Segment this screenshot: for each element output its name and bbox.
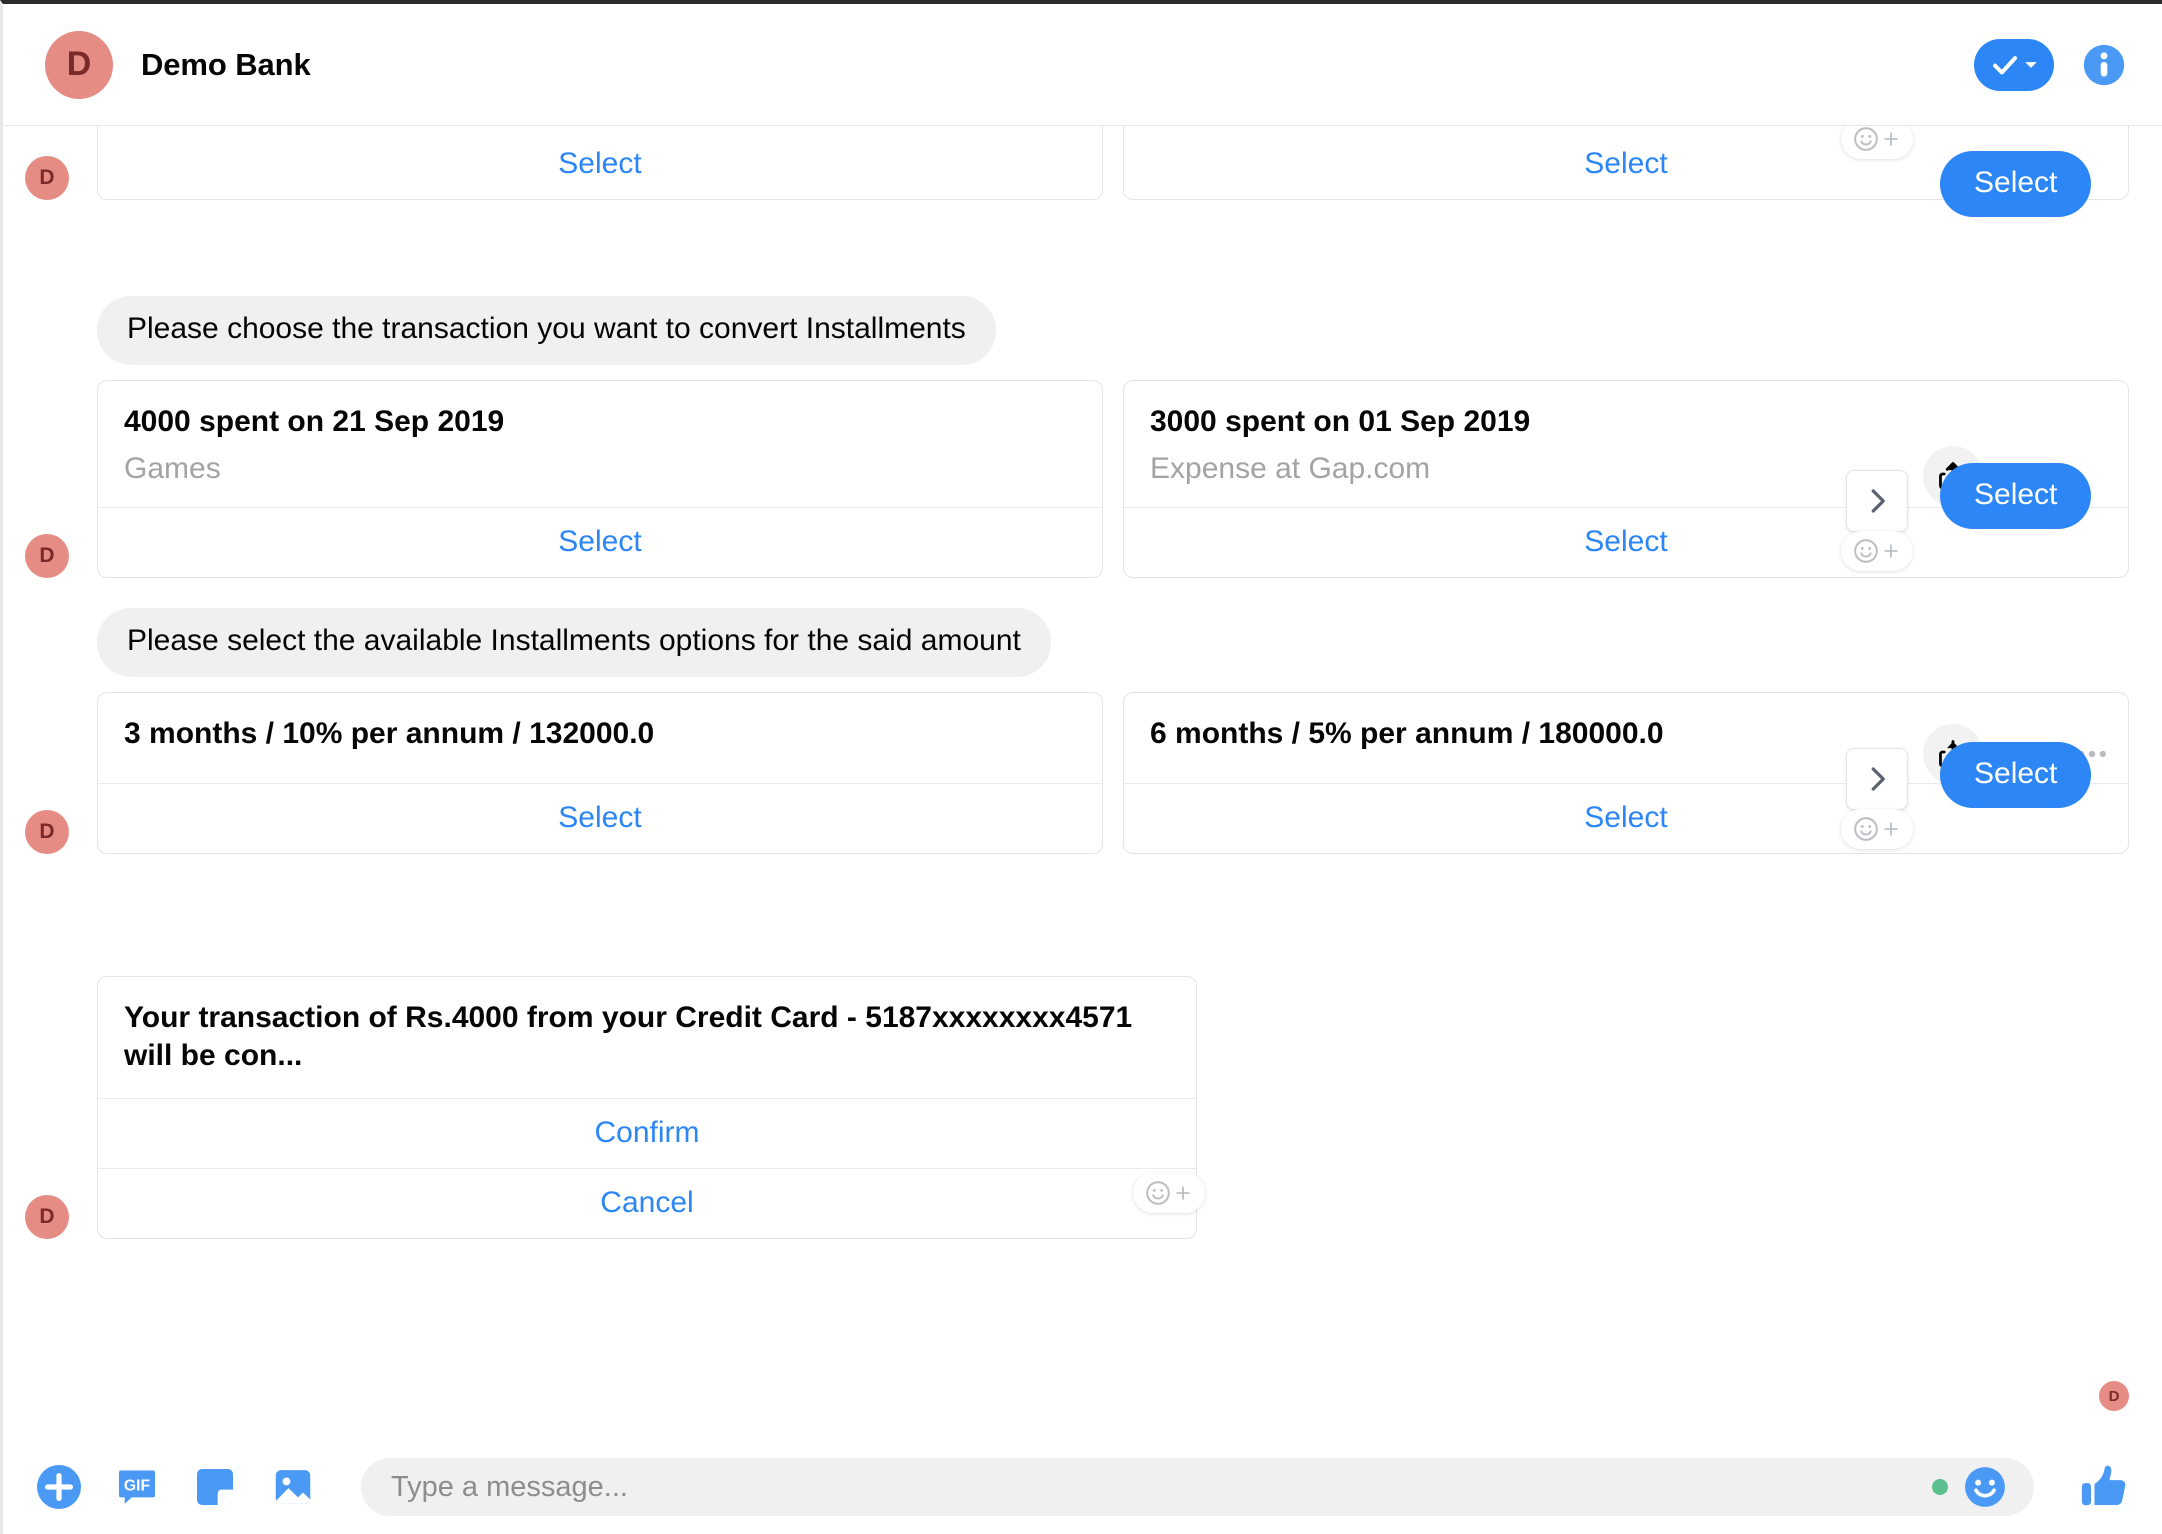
messenger-window: D Demo Bank D Select Select Select Pleas…	[0, 0, 2162, 1534]
chevron-right-icon	[1871, 489, 1885, 513]
add-reaction-button[interactable]	[1841, 531, 1913, 571]
avatar: D	[25, 534, 69, 578]
carousel[interactable]: Select Select	[97, 126, 2129, 200]
chevron-down-icon	[2025, 61, 2037, 68]
card-select-button[interactable]: Select	[98, 130, 1102, 199]
avatar: D	[25, 809, 69, 854]
card-select-button[interactable]: Select	[98, 507, 1102, 577]
card-title: 3 months / 10% per annum / 132000.0	[124, 717, 655, 750]
message-input[interactable]	[391, 1470, 1932, 1504]
card-subtitle: Games	[124, 451, 221, 485]
message-row: D 4000 spent on 21 Sep 2019 Games Select…	[25, 380, 2129, 578]
checkmark-dropdown-button[interactable]	[1974, 38, 2054, 91]
message-input-wrapper[interactable]	[361, 1458, 2034, 1516]
thumbs-up-icon	[2081, 1465, 2126, 1506]
carousel[interactable]: 3 months / 10% per annum / 132000.0 Sele…	[97, 692, 2129, 854]
gif-button[interactable]: GIF	[111, 1461, 163, 1513]
avatar: D	[45, 30, 113, 99]
card-body: Your transaction of Rs.4000 from your Cr…	[98, 977, 1196, 1098]
message-group: Please choose the transaction you want t…	[25, 296, 996, 365]
avatar: D	[25, 156, 69, 200]
card-body: 4000 spent on 21 Sep 2019 Games	[98, 381, 1102, 507]
photo-icon	[275, 1470, 311, 1504]
check-icon	[1993, 55, 2017, 74]
emoji-smiley-icon	[1854, 539, 1878, 563]
plus-icon	[1884, 544, 1898, 558]
card-title: 3000 spent on 01 Sep 2019	[1150, 405, 1531, 438]
info-icon	[2083, 44, 2125, 85]
emoji-smiley-icon	[1854, 127, 1878, 151]
emoji-smiley-icon	[1854, 817, 1878, 841]
info-button[interactable]	[2082, 43, 2126, 87]
card-body: 3 months / 10% per annum / 132000.0	[98, 693, 1102, 783]
page-title: Demo Bank	[141, 46, 311, 82]
gif-icon: GIF	[118, 1470, 156, 1504]
carousel-next-button[interactable]	[1846, 748, 1908, 810]
message-composer: GIF	[3, 1440, 2162, 1534]
user-reply-select-button[interactable]: Select	[1940, 742, 2092, 808]
carousel[interactable]: 4000 spent on 21 Sep 2019 Games Select 3…	[97, 380, 2129, 578]
message-row: D 3 months / 10% per annum / 132000.0 Se…	[25, 692, 2129, 854]
user-reply-select-button[interactable]: Select	[1940, 151, 2092, 217]
chevron-right-icon	[1871, 767, 1885, 791]
emoji-button[interactable]	[1962, 1464, 2008, 1510]
plus-icon	[1884, 132, 1898, 146]
plus-icon	[1176, 1186, 1190, 1200]
avatar: D	[25, 1195, 69, 1239]
add-reaction-button[interactable]	[1841, 809, 1913, 849]
message-row: D Your transaction of Rs.4000 from your …	[25, 976, 1197, 1239]
thumbs-up-button[interactable]	[2076, 1459, 2132, 1515]
svg-text:GIF: GIF	[124, 1477, 151, 1494]
user-reply-select-button[interactable]: Select	[1940, 463, 2092, 529]
plus-icon	[1884, 822, 1898, 836]
card-select-button[interactable]: Select	[98, 782, 1102, 853]
confirm-button[interactable]: Confirm	[98, 1098, 1196, 1168]
header-actions	[1974, 38, 2126, 91]
message-group: Please select the available Installments…	[25, 608, 1051, 677]
cancel-button[interactable]: Cancel	[98, 1168, 1196, 1238]
seen-indicator-avatar: D	[2099, 1381, 2129, 1411]
carousel-card[interactable]: Select	[97, 126, 1103, 200]
add-attachment-button[interactable]	[33, 1461, 85, 1513]
message-row: D Select Select	[25, 126, 2129, 200]
add-reaction-button[interactable]	[1133, 1173, 1205, 1213]
plus-circle-icon	[37, 1465, 81, 1509]
sticker-button[interactable]	[189, 1461, 241, 1513]
carousel-next-button[interactable]	[1846, 470, 1908, 532]
message-thread[interactable]: D Select Select Select Please choose the…	[3, 126, 2162, 1440]
confirm-card[interactable]: Your transaction of Rs.4000 from your Cr…	[97, 976, 1197, 1239]
add-reaction-button[interactable]	[1841, 126, 1913, 159]
card-title: 4000 spent on 21 Sep 2019	[124, 405, 505, 438]
emoji-smiley-icon	[1146, 1181, 1170, 1205]
emoji-smiley-icon	[1965, 1467, 2005, 1507]
bot-message-bubble: Please select the available Installments…	[97, 608, 1051, 677]
carousel-card[interactable]: 4000 spent on 21 Sep 2019 Games Select	[97, 380, 1103, 578]
sticker-icon	[196, 1468, 234, 1506]
card-title: Your transaction of Rs.4000 from your Cr…	[124, 1001, 1133, 1072]
bot-message-bubble: Please choose the transaction you want t…	[97, 296, 996, 365]
chat-header: D Demo Bank	[3, 4, 2162, 126]
photo-button[interactable]	[267, 1461, 319, 1513]
carousel-card[interactable]: 3 months / 10% per annum / 132000.0 Sele…	[97, 692, 1103, 854]
typing-status-dot	[1932, 1479, 1948, 1495]
